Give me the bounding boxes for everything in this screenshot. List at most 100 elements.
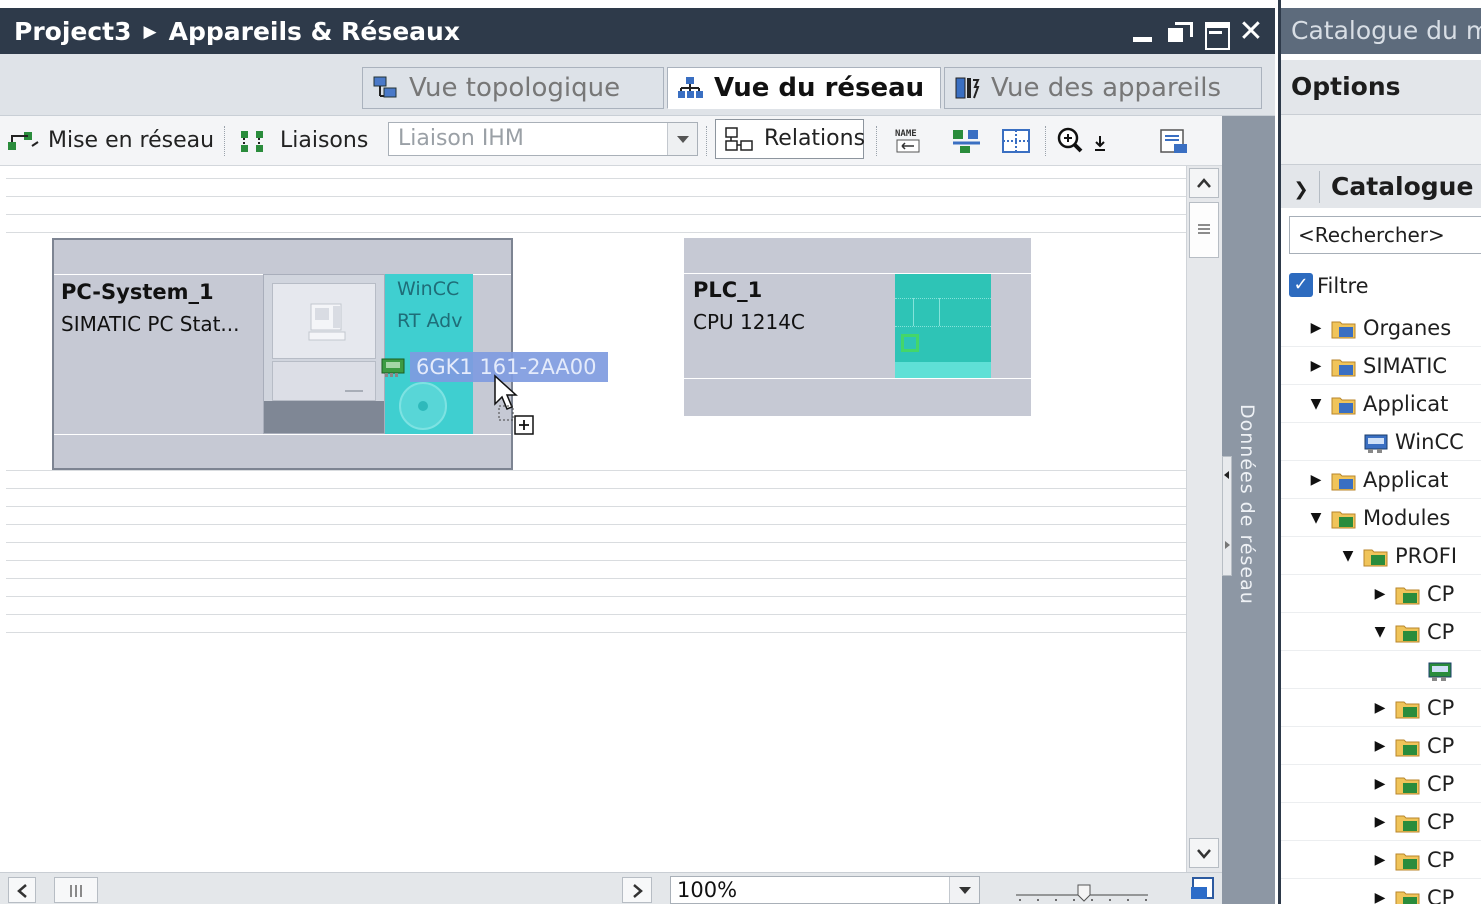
- drag-copy-cursor-icon: [494, 374, 534, 435]
- zoom-select[interactable]: 100%: [670, 876, 980, 904]
- drive-slot: [345, 390, 363, 392]
- page-layout-button[interactable]: [1158, 126, 1192, 156]
- tree-item-label: CP: [1427, 696, 1455, 720]
- scroll-up-button[interactable]: [1189, 168, 1219, 198]
- tree-item[interactable]: ▶ CP: [1281, 575, 1481, 613]
- expand-arrow-right-icon[interactable]: ▶: [1307, 309, 1325, 347]
- chevron-up-icon: [1197, 178, 1211, 188]
- folder-icon: [1395, 777, 1420, 795]
- tree-item[interactable]: ▼ CP: [1281, 613, 1481, 651]
- folder-icon: [1331, 321, 1356, 339]
- expand-arrow-right-icon[interactable]: ▶: [1371, 841, 1389, 879]
- expand-arrow-right-icon[interactable]: ▶: [1307, 347, 1325, 385]
- tree-item[interactable]: ▼ Modules: [1281, 499, 1481, 537]
- zoom-slider[interactable]: [1012, 875, 1152, 903]
- profinet-port-icon[interactable]: [901, 334, 919, 352]
- toolbar-divider: [876, 126, 877, 156]
- relations-icon: [725, 127, 753, 151]
- float-window-icon[interactable]: [1166, 20, 1193, 44]
- tree-item[interactable]: ▶ CP: [1281, 765, 1481, 803]
- tree-item[interactable]: ▶ Organes: [1281, 309, 1481, 347]
- scroll-right-button[interactable]: [622, 877, 652, 903]
- maximize-icon[interactable]: [1203, 20, 1230, 50]
- close-icon[interactable]: ✕: [1238, 17, 1264, 47]
- minimize-icon[interactable]: [1130, 20, 1156, 44]
- pc-drive-bay: [272, 361, 376, 401]
- network-overview-button[interactable]: [950, 126, 984, 156]
- device-pc-system[interactable]: PC-System_1 SIMATIC PC Stat... WinCC RT …: [52, 238, 608, 470]
- chevron-down-icon[interactable]: ❯: [1281, 168, 1321, 212]
- tab-topology-view[interactable]: Vue topologique: [362, 67, 664, 109]
- tree-item-label: Organes: [1363, 316, 1452, 340]
- checkbox-checked-icon[interactable]: ✓: [1289, 273, 1313, 297]
- expand-arrow-down-icon[interactable]: ▼: [1339, 537, 1357, 575]
- network-data-label: Données de réseau: [1236, 404, 1258, 605]
- tree-item[interactable]: ▼ PROFI: [1281, 537, 1481, 575]
- tab-network-label: Vue du réseau: [714, 73, 925, 103]
- topology-icon: [373, 76, 397, 98]
- tree-item[interactable]: WinCC: [1281, 423, 1481, 461]
- toolbar-divider: [224, 126, 225, 156]
- wincc-label: WinCC: [397, 278, 460, 300]
- catalog-search-input[interactable]: <Rechercher>: [1289, 216, 1481, 254]
- tree-item[interactable]: ▶ CP: [1281, 803, 1481, 841]
- scroll-thumb[interactable]: [1189, 202, 1219, 258]
- chevron-down-icon[interactable]: [949, 877, 979, 903]
- tree-item[interactable]: ▶ Applicat: [1281, 461, 1481, 499]
- assign-name-button[interactable]: NAME: [892, 126, 926, 156]
- folder-icon: [1395, 587, 1420, 605]
- folder-icon: [1395, 815, 1420, 833]
- breadcrumb: Project3 ▶ Appareils & Réseaux: [14, 17, 460, 46]
- grid-toggle-button[interactable]: [1000, 126, 1034, 156]
- options-section[interactable]: Options: [1281, 60, 1481, 114]
- connections-button[interactable]: Liaisons: [236, 126, 368, 156]
- network-card-icon: [381, 358, 405, 377]
- scroll-down-button[interactable]: [1189, 838, 1219, 868]
- scroll-left-button[interactable]: [8, 877, 36, 903]
- overview-navigation-icon[interactable]: [1188, 875, 1218, 903]
- expand-arrow-right-icon[interactable]: ▶: [1371, 879, 1389, 904]
- panel-collapse-strip[interactable]: [1222, 456, 1232, 576]
- chevron-down-icon[interactable]: [667, 123, 697, 155]
- networking-button[interactable]: Mise en réseau: [4, 126, 214, 156]
- tree-item[interactable]: ▼ Applicat: [1281, 385, 1481, 423]
- expand-arrow-right-icon[interactable]: ▶: [1307, 461, 1325, 499]
- tree-item[interactable]: ▶ CP: [1281, 727, 1481, 765]
- chevron-down-icon: [1197, 849, 1211, 859]
- tree-item[interactable]: ▶ CP: [1281, 879, 1481, 904]
- grip-icon: [1198, 224, 1210, 234]
- device-plc[interactable]: PLC_1 CPU 1214C: [684, 238, 1031, 416]
- vertical-scrollbar[interactable]: [1186, 166, 1222, 872]
- tree-item[interactable]: [1281, 651, 1481, 689]
- expand-arrow-right-icon[interactable]: ▶: [1371, 727, 1389, 765]
- breadcrumb-separator-icon: ▶: [143, 22, 157, 42]
- expand-arrow-right-icon[interactable]: ▶: [1371, 689, 1389, 727]
- tab-network-view[interactable]: Vue du réseau: [667, 67, 941, 109]
- catalog-section-header[interactable]: ❯ Catalogue: [1281, 164, 1481, 208]
- network-data-side-panel[interactable]: Données de réseau: [1222, 116, 1275, 904]
- bottom-status-bar: [0, 872, 1222, 904]
- grid-line: [6, 560, 1186, 561]
- expand-arrow-right-icon[interactable]: ▶: [1371, 575, 1389, 613]
- network-canvas[interactable]: PC-System_1 SIMATIC PC Stat... WinCC RT …: [0, 166, 1186, 872]
- relations-button[interactable]: Relations: [715, 119, 865, 159]
- breadcrumb-project[interactable]: Project3: [14, 17, 132, 46]
- expand-arrow-down-icon[interactable]: ▼: [1307, 385, 1325, 423]
- zoom-button[interactable]: [1055, 126, 1115, 156]
- connection-type-select[interactable]: Liaison IHM: [388, 122, 698, 156]
- grid-line: [6, 506, 1186, 507]
- grid-line: [6, 632, 1186, 633]
- folder-icon: [1395, 891, 1420, 904]
- horizontal-scroll-thumb[interactable]: [54, 877, 98, 903]
- tree-item[interactable]: ▶ CP: [1281, 689, 1481, 727]
- expand-arrow-down-icon[interactable]: ▼: [1307, 499, 1325, 537]
- filter-checkbox[interactable]: ✓ Filtre: [1289, 270, 1369, 302]
- tree-item[interactable]: ▶ SIMATIC: [1281, 347, 1481, 385]
- expand-arrow-down-icon[interactable]: ▼: [1371, 613, 1389, 651]
- options-content: [1281, 114, 1481, 164]
- tab-device-view[interactable]: Vue des appareils: [944, 67, 1262, 109]
- expand-arrow-right-icon[interactable]: ▶: [1371, 803, 1389, 841]
- expand-arrow-right-icon[interactable]: ▶: [1371, 765, 1389, 803]
- pc-chassis: [263, 274, 385, 434]
- tree-item[interactable]: ▶ CP: [1281, 841, 1481, 879]
